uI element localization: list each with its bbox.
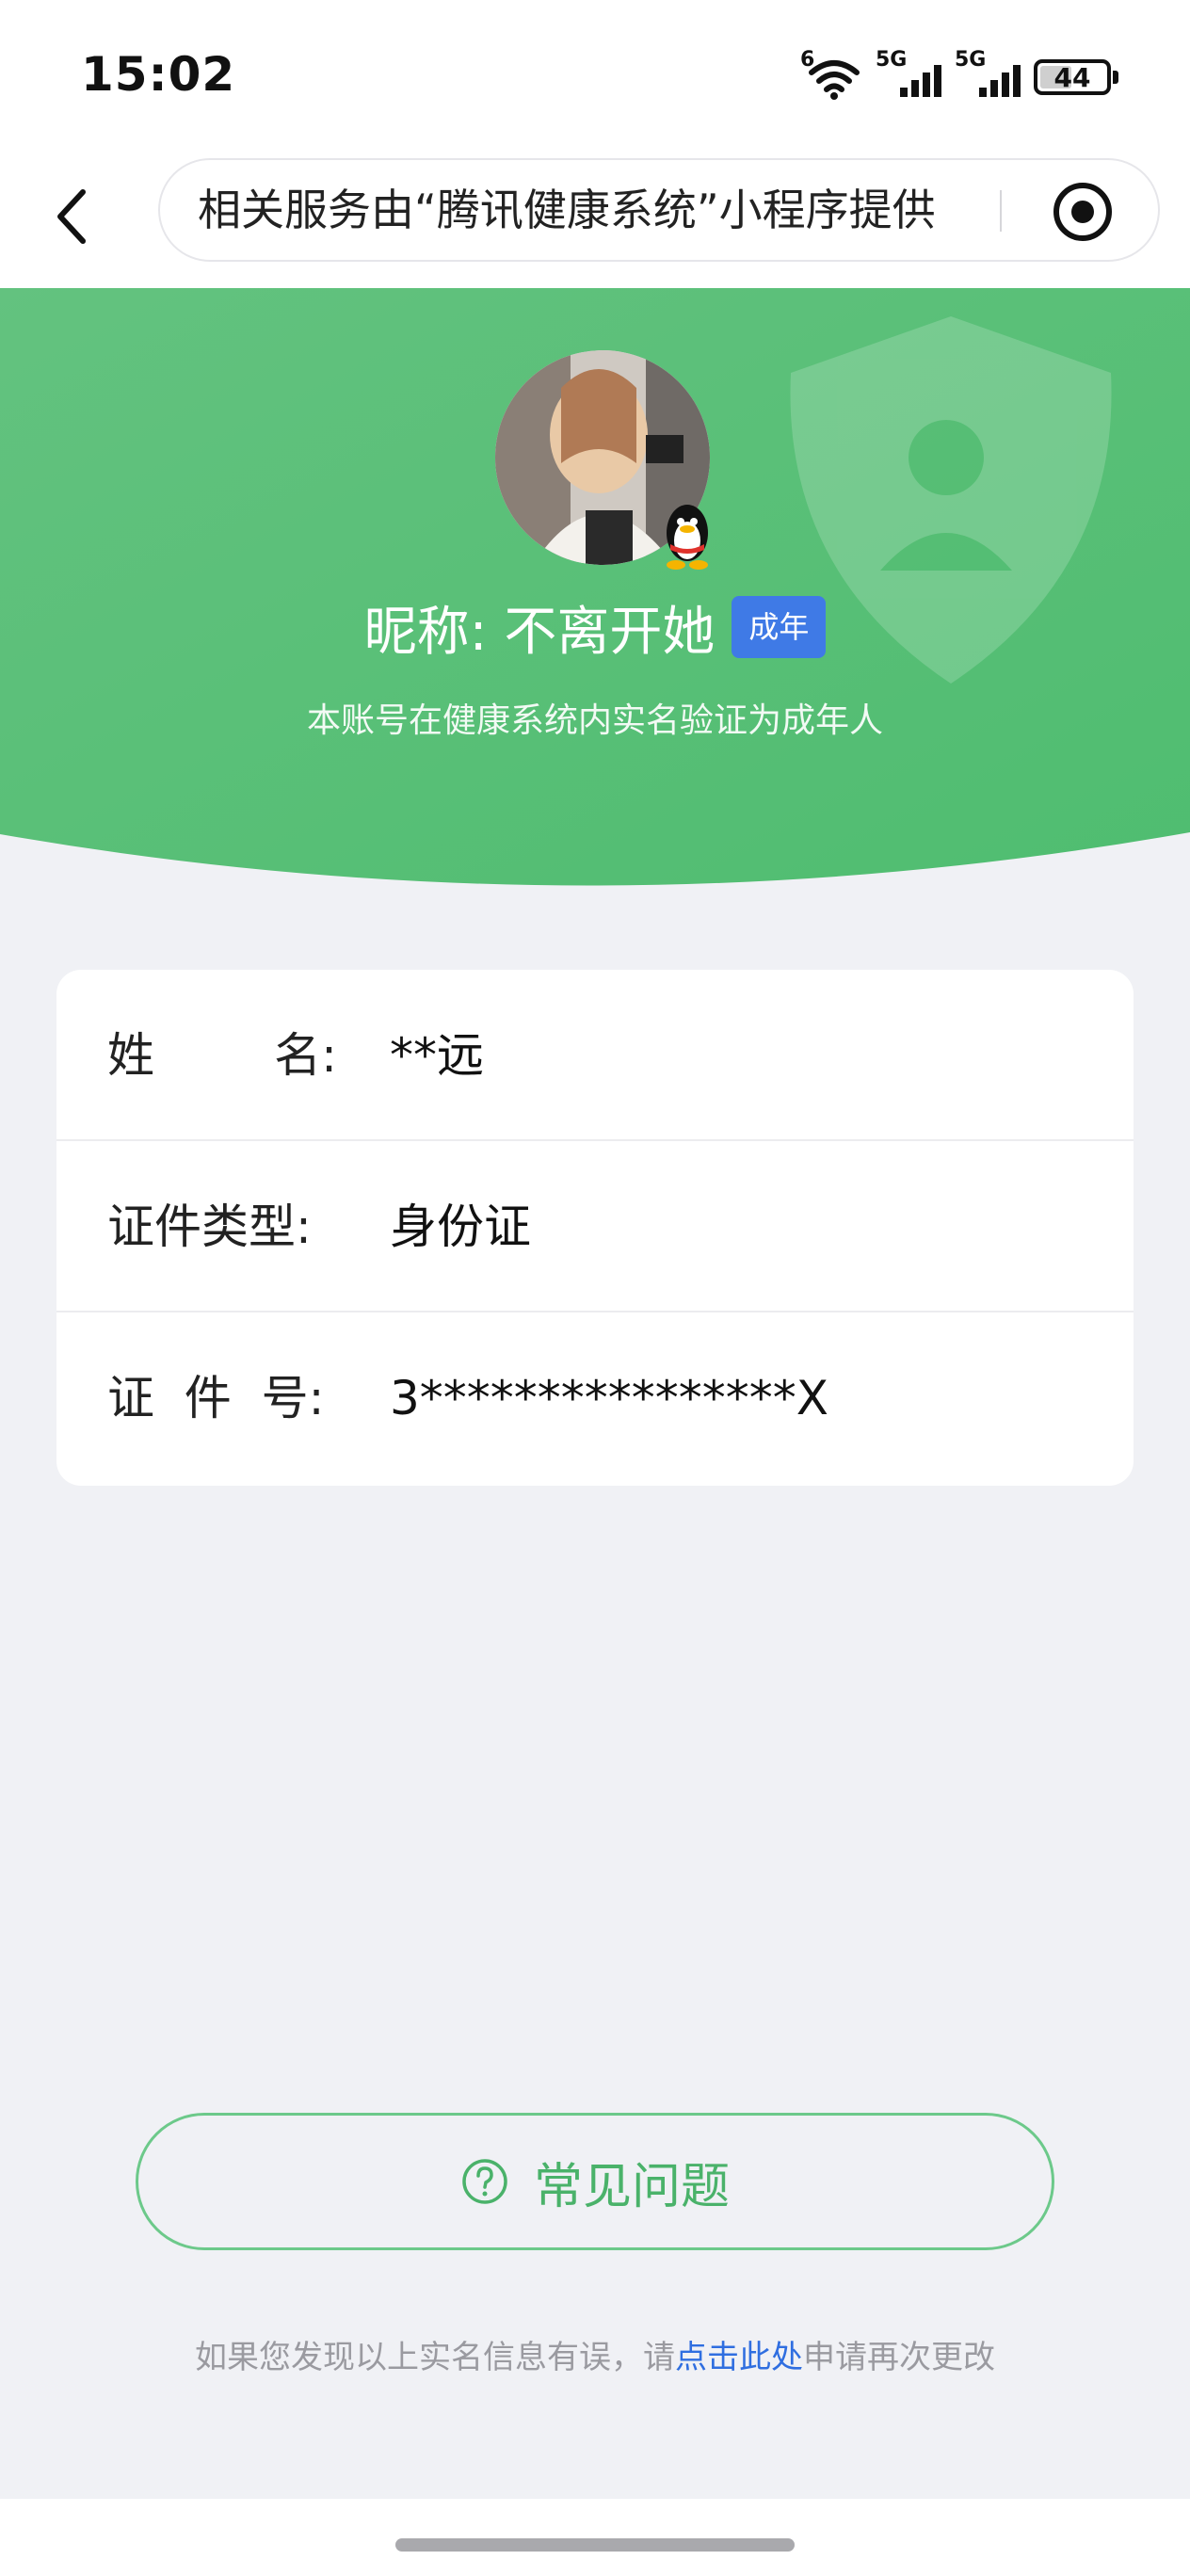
correction-text-after: 申请再次更改 (803, 2339, 995, 2376)
battery-icon: 44 (1034, 59, 1118, 95)
correction-text-before: 如果您发现以上实名信息有误，请 (195, 2339, 675, 2376)
battery-level: 44 (1053, 61, 1091, 93)
info-row-name: 姓 名: **远 (56, 970, 1134, 1141)
adult-badge: 成年 (732, 596, 827, 658)
info-row-id-number: 证 件 号: 3****************X (56, 1312, 1134, 1484)
capsule-divider (1000, 190, 1002, 232)
nickname: 昵称: 不离开她 (363, 601, 716, 663)
nav-title: 相关服务由“腾讯健康系统”小程序提供 (198, 185, 936, 235)
qq-penguin-icon (667, 505, 708, 570)
faq-label: 常见问题 (533, 2158, 730, 2215)
chevron-left-icon (57, 189, 86, 244)
id-number-value: 3****************X (390, 1371, 829, 1425)
record-circle-icon (1053, 183, 1112, 241)
id-type-label: 证件类型: (107, 1199, 312, 1254)
gesture-bar (0, 2499, 1190, 2576)
faq-button[interactable]: 常见问题 (136, 2113, 1054, 2250)
wifi-icon: 6 (800, 48, 862, 101)
question-circle-icon (462, 2159, 507, 2204)
name-value: **远 (390, 1028, 484, 1083)
correction-note: 如果您发现以上实名信息有误，请点击此处申请再次更改 (0, 2331, 1190, 2377)
record-button[interactable] (1050, 179, 1116, 245)
id-number-label: 证 件 号: (107, 1371, 325, 1425)
signal-icon-sim2: 5G (955, 48, 1021, 101)
signal-icon-sim1: 5G (876, 48, 941, 101)
status-time: 15:02 (81, 47, 236, 102)
status-icons: 6 5G 5G 44 (800, 48, 1118, 105)
name-label: 姓 名: (107, 1028, 337, 1083)
capsule-bar: 相关服务由“腾讯健康系统”小程序提供 (158, 158, 1160, 262)
back-button[interactable] (45, 179, 102, 254)
hero-banner: 昵称: 不离开她 成年 本账号在健康系统内实名验证为成年人 (0, 288, 1190, 900)
status-bar: 15:02 6 5G 5G 44 (0, 0, 1190, 151)
identity-info-card: 姓 名: **远 证件类型: 身份证 证 件 号: 3*************… (56, 970, 1134, 1486)
info-row-id-type: 证件类型: 身份证 (56, 1141, 1134, 1312)
page: 15:02 6 5G 5G 44 相关服务由“腾讯健康系统”小程序提供 昵称: … (0, 0, 1190, 2576)
correction-link[interactable]: 点击此处 (675, 2339, 803, 2376)
nickname-row: 昵称: 不离开她 成年 (0, 589, 1190, 665)
home-indicator[interactable] (395, 2538, 795, 2552)
nav-bar: 相关服务由“腾讯健康系统”小程序提供 (0, 151, 1190, 288)
id-type-value: 身份证 (390, 1199, 531, 1254)
verification-note: 本账号在健康系统内实名验证为成年人 (306, 701, 883, 740)
